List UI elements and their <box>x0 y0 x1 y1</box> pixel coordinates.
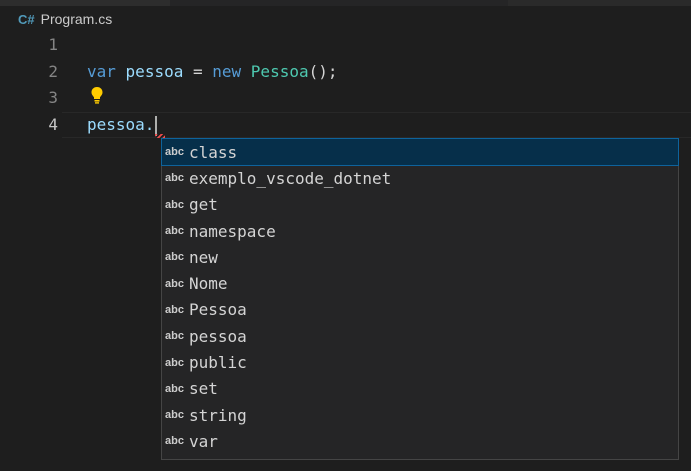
suggestion-widget[interactable]: abc class abc exemplo_vscode_dotnet abc get… <box>161 137 679 460</box>
text-kind-icon: abc <box>165 198 184 211</box>
tab-program-cs[interactable]: C# Program.cs <box>0 6 170 32</box>
suggestion-label: Nome <box>189 274 228 294</box>
suggestion-label: Pessoa <box>189 300 247 320</box>
suggestion-item[interactable]: abc Pessoa <box>162 297 678 323</box>
code-line-2[interactable]: var pessoa = new Pessoa(); <box>87 59 338 85</box>
text-kind-icon: abc <box>165 330 184 343</box>
suggestion-item[interactable]: abc var <box>162 428 678 454</box>
suggestion-label: exemplo_vscode_dotnet <box>189 168 392 188</box>
text-kind-icon: abc <box>165 356 184 369</box>
suggestion-label: class <box>189 142 238 162</box>
keyword-var: var <box>87 62 116 81</box>
text-kind-icon: abc <box>165 277 184 290</box>
suggestion-label: string <box>189 405 247 425</box>
type-pessoa: Pessoa <box>250 62 309 81</box>
suggestion-item[interactable]: abc set <box>162 376 678 402</box>
suggestion-item[interactable]: abc namespace <box>162 218 678 244</box>
suggestion-item[interactable]: abc public <box>162 349 678 375</box>
text-kind-icon: abc <box>165 409 184 422</box>
text-kind-icon: abc <box>165 303 184 316</box>
suggestion-item[interactable]: abc get <box>162 192 678 218</box>
suggestion-label: new <box>189 247 218 267</box>
keyword-new: new <box>212 62 242 81</box>
suggestion-label: namespace <box>189 221 276 241</box>
punct-end: (); <box>308 62 338 81</box>
line-number: 3 <box>48 88 58 107</box>
text-cursor <box>155 115 158 136</box>
text-kind-icon: abc <box>165 251 184 264</box>
text-kind-icon: abc <box>165 146 184 159</box>
suggestion-item[interactable]: abc new <box>162 244 678 270</box>
tab-strip-segment <box>508 0 691 6</box>
csharp-file-icon: C# <box>18 11 35 27</box>
suggestion-label: public <box>189 353 247 373</box>
code-line-4[interactable]: pessoa. <box>87 112 158 138</box>
text-kind-icon: abc <box>165 435 184 448</box>
tab-filename: Program.cs <box>40 11 113 27</box>
suggestion-label: set <box>189 379 218 399</box>
suggestion-item[interactable]: abc class <box>161 137 679 167</box>
line-number: 2 <box>48 62 58 81</box>
text-kind-icon: abc <box>165 382 184 395</box>
suggestion-label: var <box>189 431 218 451</box>
line-number: 1 <box>48 35 58 54</box>
identifier-pessoa: pessoa <box>125 62 184 81</box>
line-number-active: 4 <box>48 115 58 134</box>
text-kind-icon: abc <box>165 225 184 238</box>
suggestion-item[interactable]: abc pessoa <box>162 323 678 349</box>
text-kind-icon: abc <box>165 172 184 185</box>
suggestion-label: pessoa <box>189 326 247 346</box>
typed-text: pessoa. <box>87 115 155 134</box>
suggestion-label: get <box>189 195 218 215</box>
suggestion-item[interactable]: abc string <box>162 402 678 428</box>
lightbulb-icon[interactable] <box>90 86 104 104</box>
operator-assign: = <box>183 62 213 81</box>
suggestion-item[interactable]: abc Nome <box>162 271 678 297</box>
suggestion-item[interactable]: abc exemplo_vscode_dotnet <box>162 165 678 191</box>
